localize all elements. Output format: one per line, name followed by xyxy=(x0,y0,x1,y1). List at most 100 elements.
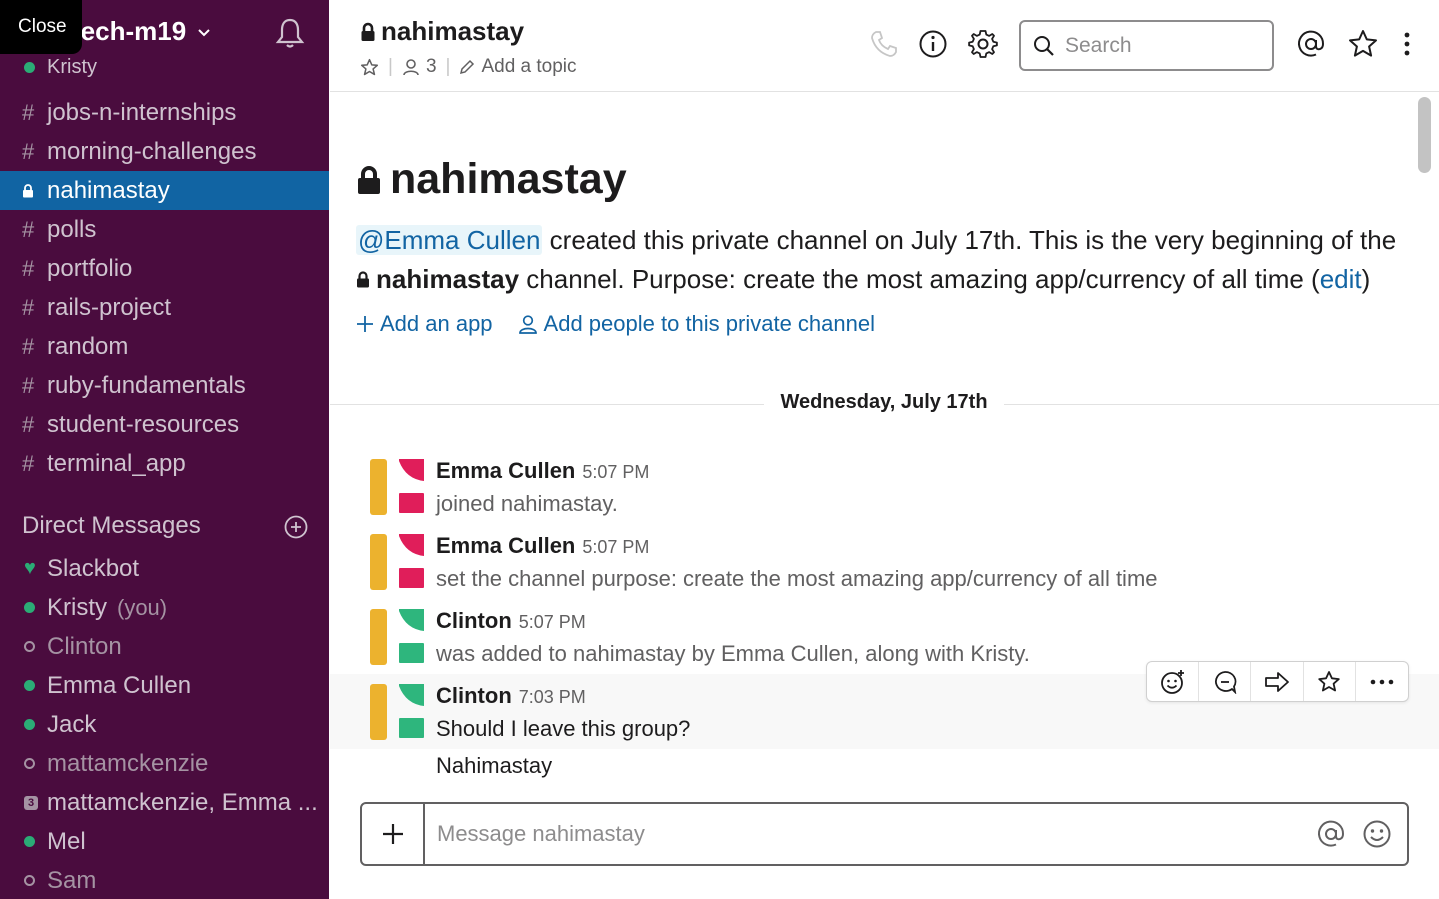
dm-item[interactable]: Clinton xyxy=(0,627,329,666)
presence-online-icon xyxy=(24,602,35,613)
hash-icon: # xyxy=(22,450,35,476)
presence-online-icon xyxy=(24,836,35,847)
star-icon[interactable] xyxy=(1347,28,1379,60)
dm-label: Clinton xyxy=(47,632,122,660)
channel-item[interactable]: # portfolio xyxy=(0,249,329,288)
mention-icon[interactable] xyxy=(1315,818,1347,850)
hash-icon: # xyxy=(22,216,35,242)
channel-item[interactable]: # morning-challenges xyxy=(0,132,329,171)
date-divider[interactable]: Wednesday, July 17th xyxy=(764,391,1004,414)
channel-item[interactable]: # terminal_app xyxy=(0,444,329,483)
message-header: Clinton 7:03 PM xyxy=(436,683,586,709)
edit-purpose-link[interactable]: edit xyxy=(1320,264,1362,294)
message-author[interactable]: Clinton xyxy=(436,683,512,709)
message-author[interactable]: Clinton xyxy=(436,608,512,634)
star-icon[interactable] xyxy=(360,58,379,77)
dm-item[interactable]: ♥ Slackbot xyxy=(0,549,329,588)
channel-item[interactable]: # rails-project xyxy=(0,288,329,327)
add-people-link[interactable]: Add people to this private channel xyxy=(544,311,875,337)
share-message-button[interactable] xyxy=(1251,662,1304,701)
dm-item[interactable]: Mel xyxy=(0,822,329,861)
channel-label: random xyxy=(47,332,129,360)
scrollbar[interactable] xyxy=(1418,97,1431,173)
share-arrow-icon xyxy=(1265,671,1289,692)
dm-label: mattamckenzie, Emma ... xyxy=(47,788,318,816)
channel-item[interactable]: # ruby-fundamentals xyxy=(0,366,329,405)
dm-item[interactable]: 3 mattamckenzie, Emma ... xyxy=(0,783,329,822)
add-reaction-button[interactable] xyxy=(1147,662,1200,701)
message-timestamp[interactable]: 5:07 PM xyxy=(582,537,649,558)
star-message-button[interactable] xyxy=(1304,662,1356,701)
dm-item[interactable]: Sam xyxy=(0,861,329,899)
reply-thread-button[interactable] xyxy=(1199,662,1252,701)
dm-item[interactable]: Kristy (you) xyxy=(0,588,329,627)
avatar[interactable] xyxy=(370,609,424,665)
message-actions xyxy=(1146,661,1409,702)
mention-link[interactable]: @Emma Cullen xyxy=(356,225,543,255)
avatar[interactable] xyxy=(370,684,424,740)
message-header: Clinton 5:07 PM xyxy=(436,608,586,634)
channel-item[interactable]: nahimastay xyxy=(0,171,329,210)
message-text: was added to nahimastay by Emma Cullen, … xyxy=(436,641,1030,666)
info-icon[interactable] xyxy=(917,28,949,60)
bell-icon[interactable] xyxy=(273,16,307,50)
channel-meta: | 3 | Add a topic xyxy=(360,56,577,78)
message-author[interactable]: Emma Cullen xyxy=(436,533,575,559)
channel-item[interactable]: # random xyxy=(0,327,329,366)
presence-away-icon xyxy=(24,758,35,769)
message-input[interactable] xyxy=(425,821,1315,847)
search-input[interactable] xyxy=(1065,33,1255,58)
workspace-header[interactable]: tech-m19 Close Kristy xyxy=(0,0,329,90)
message-row[interactable]: Emma Cullen 5:07 PM joined nahimastay. xyxy=(330,449,1439,524)
channel-title[interactable]: nahimastay xyxy=(360,16,524,47)
star-icon xyxy=(1318,670,1340,691)
add-topic-link[interactable]: Add a topic xyxy=(481,56,576,78)
search-box[interactable] xyxy=(1019,20,1274,71)
chevron-down-icon[interactable] xyxy=(197,26,211,40)
dm-label: mattamckenzie xyxy=(47,749,209,777)
workspace-name[interactable]: tech-m19 xyxy=(72,16,186,47)
avatar[interactable] xyxy=(370,459,424,515)
add-dm-icon[interactable] xyxy=(284,515,308,539)
intro-text-part: ) xyxy=(1361,264,1371,294)
message-text: Should I leave this group? xyxy=(436,716,691,741)
channel-label: student-resources xyxy=(47,410,240,438)
group-count-badge: 3 xyxy=(24,795,38,810)
hash-icon: # xyxy=(22,255,35,281)
channel-item[interactable]: # student-resources xyxy=(0,405,329,444)
message-author[interactable]: Emma Cullen xyxy=(436,458,575,484)
direct-messages-heading[interactable]: Direct Messages xyxy=(22,512,201,540)
more-options-icon[interactable] xyxy=(1392,28,1422,60)
dm-item[interactable]: mattamckenzie xyxy=(0,744,329,783)
dm-item[interactable]: Emma Cullen xyxy=(0,666,329,705)
message-text: Nahimastay xyxy=(436,753,553,778)
phone-icon[interactable] xyxy=(868,28,900,60)
attach-button[interactable] xyxy=(362,804,425,864)
search-icon xyxy=(1034,35,1054,56)
emoji-icon[interactable] xyxy=(1361,818,1393,850)
channel-label: terminal_app xyxy=(47,449,186,477)
more-actions-button[interactable] xyxy=(1356,662,1408,701)
channel-item[interactable]: # jobs-n-internships xyxy=(0,93,329,132)
message-timestamp[interactable]: 7:03 PM xyxy=(519,687,586,708)
member-count[interactable]: 3 xyxy=(426,56,437,78)
message-row[interactable]: Emma Cullen 5:07 PM set the channel purpos… xyxy=(330,524,1439,599)
member-icon[interactable] xyxy=(402,58,420,76)
message-timestamp[interactable]: 5:07 PM xyxy=(582,462,649,483)
hash-icon: # xyxy=(22,333,35,359)
message-timestamp[interactable]: 5:07 PM xyxy=(519,612,586,633)
divider: | xyxy=(388,56,393,77)
presence-online-icon xyxy=(24,719,35,730)
message-composer xyxy=(360,802,1409,866)
dm-item[interactable]: Jack xyxy=(0,705,329,744)
mention-icon[interactable] xyxy=(1295,28,1327,60)
avatar[interactable] xyxy=(370,534,424,590)
intro-text-part: created this private channel on July 17t… xyxy=(542,225,1397,255)
channel-label: portfolio xyxy=(47,254,133,282)
channel-item[interactable]: # polls xyxy=(0,210,329,249)
lock-icon xyxy=(361,22,375,41)
heart-icon: ♥ xyxy=(24,557,36,579)
gear-icon[interactable] xyxy=(967,28,999,60)
hash-icon: # xyxy=(22,99,35,125)
add-app-link[interactable]: Add an app xyxy=(380,311,493,337)
